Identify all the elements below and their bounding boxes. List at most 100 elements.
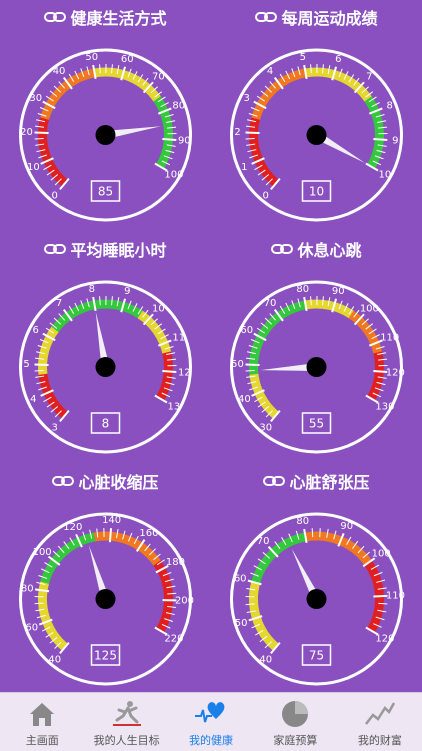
- tick-label: 50: [235, 618, 248, 629]
- gauge-dial: 3040506070809010011012013055: [211, 260, 422, 460]
- zone-band: [95, 72, 158, 99]
- tab-life-goals[interactable]: 我的人生目标: [84, 693, 168, 751]
- gauge-healthy-lifestyle[interactable]: 健康生活方式 010203040506070809010085: [0, 0, 211, 232]
- tab-my-health[interactable]: 我的健康: [169, 693, 253, 751]
- tick-label: 70: [257, 536, 270, 547]
- gauge-title: 心脏收缩压: [0, 470, 211, 492]
- gauge-weekly-exercise[interactable]: 每周运动成绩 01234567891010: [211, 0, 422, 232]
- link-icon: [52, 475, 74, 487]
- tick-label: 100: [164, 170, 183, 181]
- zone-band: [140, 314, 167, 353]
- tab-label: 家庭预算: [273, 732, 317, 748]
- tick-label: 13: [168, 402, 181, 413]
- minor-tick: [378, 603, 387, 604]
- zone-band: [160, 352, 169, 399]
- tick-label: 40: [48, 655, 61, 666]
- gauge-title: 健康生活方式: [0, 6, 211, 28]
- tick-label: 7: [366, 71, 372, 82]
- tick-label: 180: [166, 557, 185, 568]
- tick-label: 50: [85, 52, 98, 63]
- tick-label: 120: [386, 368, 405, 379]
- zone-band: [157, 563, 168, 631]
- tick-label: 4: [30, 394, 36, 405]
- tick-label: 5: [300, 52, 306, 63]
- tick-label: 8: [89, 284, 95, 295]
- major-tick: [162, 371, 176, 372]
- tick-label: 40: [259, 655, 272, 666]
- tick-label: 3: [52, 423, 58, 434]
- tick-label: 60: [25, 622, 38, 633]
- zone-band: [43, 329, 56, 374]
- needle-hub: [96, 589, 116, 609]
- gauge-title-text: 休息心跳: [297, 237, 361, 261]
- tick-label: 60: [240, 325, 253, 336]
- tick-label: 70: [264, 298, 277, 309]
- value-readout: 75: [309, 649, 324, 663]
- tick-label: 90: [178, 136, 191, 147]
- gauge-systolic-pressure[interactable]: 心脏收缩压 406080100120140160180200220125: [0, 464, 211, 696]
- tick-label: 7: [56, 298, 62, 309]
- goal-runner-icon: [111, 698, 143, 730]
- tick-label: 200: [175, 596, 194, 607]
- needle-hub: [307, 357, 327, 377]
- tab-label: 我的健康: [189, 732, 233, 748]
- gauge-dial: 010203040506070809010085: [0, 28, 211, 228]
- tick-label: 12: [178, 368, 191, 379]
- link-icon: [263, 475, 285, 487]
- tick-label: 40: [53, 66, 66, 77]
- major-tick: [110, 528, 111, 542]
- tick-label: 110: [386, 591, 405, 602]
- gauge-average-sleep[interactable]: 平均睡眠小时 3456789101112138: [0, 232, 211, 464]
- minor-tick: [246, 138, 255, 139]
- gauge-title: 平均睡眠小时: [0, 238, 211, 260]
- tick-label: 30: [29, 93, 42, 104]
- gauge-resting-heart-rate[interactable]: 休息心跳 3040506070809010011012013055: [211, 232, 422, 464]
- tick-label: 2: [234, 127, 240, 138]
- tick-label: 130: [375, 402, 394, 413]
- tick-label: 10: [152, 303, 165, 314]
- tick-label: 3: [244, 93, 250, 104]
- gauge-dial: 3456789101112138: [0, 260, 211, 460]
- value-readout: 125: [94, 649, 117, 663]
- gauge-dial: 40506070809010011012075: [211, 492, 422, 692]
- tick-label: 100: [360, 303, 379, 314]
- zone-band: [351, 314, 378, 353]
- tick-label: 9: [392, 136, 398, 147]
- tab-home[interactable]: 主画面: [0, 693, 84, 751]
- gauge-title: 每周运动成绩: [211, 6, 422, 28]
- tick-label: 220: [164, 634, 183, 645]
- tab-label: 我的财富: [358, 732, 402, 748]
- value-readout: 55: [309, 417, 324, 431]
- zone-band: [95, 536, 158, 563]
- needle-hub: [96, 125, 116, 145]
- major-tick: [162, 139, 176, 140]
- minor-tick: [312, 528, 313, 537]
- tick-label: 10: [27, 162, 40, 173]
- link-icon: [271, 243, 293, 255]
- tab-my-wealth[interactable]: 我的财富: [338, 693, 422, 751]
- tick-label: 20: [20, 127, 33, 138]
- value-readout: 85: [98, 185, 113, 199]
- gauge-title: 休息心跳: [211, 238, 422, 260]
- home-icon: [26, 698, 58, 730]
- tab-label: 主画面: [26, 732, 59, 748]
- gauge-title-text: 心脏舒张压: [289, 469, 369, 493]
- gauge-dial: 01234567891010: [211, 28, 422, 228]
- gauge-title-text: 每周运动成绩: [281, 5, 377, 29]
- gauge-diastolic-pressure[interactable]: 心脏舒张压 40506070809010011012075: [211, 464, 422, 696]
- tick-label: 30: [259, 423, 272, 434]
- major-tick: [373, 139, 387, 140]
- tick-label: 6: [33, 325, 39, 336]
- tab-family-budget[interactable]: 家庭预算: [253, 693, 337, 751]
- tick-label: 0: [263, 191, 269, 202]
- minor-tick: [246, 604, 255, 605]
- minor-tick: [35, 370, 44, 371]
- tick-label: 8: [387, 100, 393, 111]
- needle-hub: [307, 589, 327, 609]
- gauge-title-text: 心脏收缩压: [78, 469, 158, 493]
- link-icon: [44, 243, 66, 255]
- gauge-title-text: 健康生活方式: [70, 5, 166, 29]
- tick-label: 60: [121, 54, 134, 65]
- value-readout: 10: [309, 185, 324, 199]
- tick-label: 80: [21, 583, 34, 594]
